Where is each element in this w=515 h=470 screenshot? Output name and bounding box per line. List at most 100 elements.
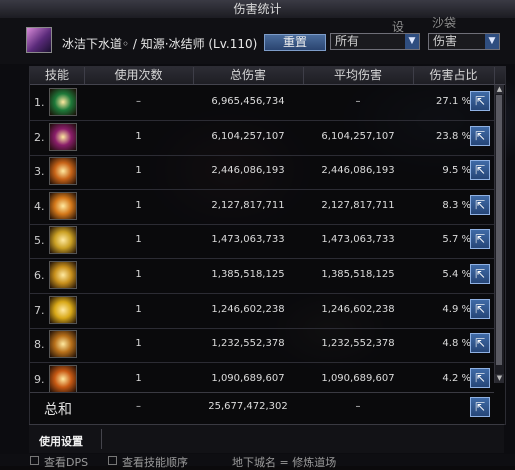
- row-total-damage: 6,104,257,107: [211, 131, 285, 142]
- column-header-skill[interactable]: 技能: [30, 67, 85, 84]
- row-uses: –: [136, 96, 141, 107]
- total-label: 总和: [44, 402, 72, 418]
- share-icon[interactable]: ⇱: [470, 229, 490, 249]
- column-header-share[interactable]: 伤害占比: [413, 67, 495, 84]
- sun-skill-icon: [49, 330, 77, 358]
- row-rank: 1.: [34, 96, 45, 109]
- column-header-uses[interactable]: 使用次数: [84, 67, 194, 84]
- row-uses: 1: [135, 165, 142, 176]
- table-row: 6. 1 1,385,518,125 1,385,518,125 5.4 % ⇱: [30, 259, 494, 294]
- column-header-average[interactable]: 平均伤害: [303, 67, 414, 84]
- row-uses: 1: [135, 200, 142, 211]
- total-row: 总和 – 25,677,472,302 – ⇱: [30, 392, 494, 421]
- row-rank: 4.: [34, 200, 45, 213]
- table-row: 7. 1 1,246,602,238 1,246,602,238 4.9 % ⇱: [30, 294, 494, 329]
- row-average-damage: 1,232,552,378: [321, 338, 395, 349]
- golden-slash-skill-icon: [49, 226, 77, 254]
- blaze-skill-icon: [49, 365, 77, 393]
- row-total-damage: 2,446,086,193: [211, 165, 285, 176]
- chevron-down-icon: ▼: [405, 34, 419, 49]
- table-row: 3. 1 2,446,086,193 2,446,086,193 9.5 % ⇱: [30, 155, 494, 190]
- reset-button[interactable]: 重置: [264, 34, 326, 51]
- row-total-damage: 6,965,456,734: [211, 96, 285, 107]
- settings-label[interactable]: 使用设置: [39, 433, 83, 449]
- background-text: 沙袋: [432, 16, 457, 30]
- filter-select-value: 伤害: [433, 34, 458, 48]
- share-icon[interactable]: ⇱: [470, 160, 490, 180]
- divider: [101, 429, 102, 449]
- checkbox-dps[interactable]: [30, 456, 39, 465]
- filter-select-all[interactable]: 所有 ▼: [330, 33, 420, 50]
- row-average-damage: 1,246,602,238: [321, 304, 395, 315]
- scroll-up-icon[interactable]: ▲: [495, 85, 504, 94]
- share-icon[interactable]: ⇱: [470, 195, 490, 215]
- row-average-damage: 2,446,086,193: [321, 165, 395, 176]
- row-damage-share: 5.4 %: [442, 269, 471, 280]
- row-rank: 7.: [34, 304, 45, 317]
- bottom-bar: 查看DPS 查看技能顺序 地下城名 = 修炼道场: [0, 454, 515, 469]
- row-uses: 1: [135, 304, 142, 315]
- row-rank: 3.: [34, 165, 45, 178]
- row-damage-share: 4.2 %: [442, 373, 471, 384]
- table-row: 4. 1 2,127,817,711 2,127,817,711 8.3 % ⇱: [30, 190, 494, 225]
- row-damage-share: 27.1 %: [436, 96, 471, 107]
- row-total-damage: 1,232,552,378: [211, 338, 285, 349]
- row-total-damage: 1,090,689,607: [211, 373, 285, 384]
- row-rank: 9.: [34, 373, 45, 386]
- share-icon[interactable]: ⇱: [470, 126, 490, 146]
- share-icon[interactable]: ⇱: [470, 264, 490, 284]
- option-skill-order-label: 查看技能顺序: [122, 456, 188, 469]
- row-rank: 5.: [34, 234, 45, 247]
- row-damage-share: 23.8 %: [436, 131, 471, 142]
- row-average-damage: –: [355, 96, 361, 107]
- share-icon[interactable]: ⇱: [470, 91, 490, 111]
- row-uses: 1: [135, 131, 142, 142]
- scroll-down-icon[interactable]: ▼: [495, 374, 504, 383]
- row-uses: 1: [135, 373, 142, 384]
- share-icon[interactable]: ⇱: [470, 299, 490, 319]
- table-row: 5. 1 1,473,063,733 1,473,063,733 5.7 % ⇱: [30, 224, 494, 259]
- row-total-damage: 1,473,063,733: [211, 234, 285, 245]
- checkbox-skill-order[interactable]: [108, 456, 117, 465]
- row-damage-share: 8.3 %: [442, 200, 471, 211]
- character-name: 冰洁下水道◦ / 知源·冰结师 (Lv.110): [62, 37, 258, 51]
- table-header: 技能 使用次数 总伤害 平均伤害 伤害占比: [30, 67, 505, 85]
- fire-skill-icon: [49, 157, 77, 185]
- total-average: –: [355, 401, 361, 412]
- row-damage-share: 4.9 %: [442, 304, 471, 315]
- lightning-skill-icon: [49, 261, 77, 289]
- total-damage: 25,677,472,302: [208, 401, 288, 412]
- row-average-damage: 1,090,689,607: [321, 373, 395, 384]
- share-icon[interactable]: ⇱: [470, 333, 490, 353]
- avatar: [26, 27, 52, 53]
- total-uses: –: [136, 401, 141, 412]
- table-row: 8. 1 1,232,552,378 1,232,552,378 4.8 % ⇱: [30, 328, 494, 363]
- row-rank: 8.: [34, 338, 45, 351]
- share-icon[interactable]: ⇱: [470, 397, 490, 417]
- row-uses: 1: [135, 269, 142, 280]
- flash-skill-icon: [49, 296, 77, 324]
- row-average-damage: 1,473,063,733: [321, 234, 395, 245]
- flame-wave-skill-icon: [49, 192, 77, 220]
- row-average-damage: 6,104,257,107: [321, 131, 395, 142]
- purple-burst-skill-icon: [49, 123, 77, 151]
- column-header-total[interactable]: 总伤害: [193, 67, 304, 84]
- table-row: 2. 1 6,104,257,107 6,104,257,107 23.8 % ⇱: [30, 121, 494, 156]
- scrollbar-thumb[interactable]: [496, 95, 502, 365]
- green-cross-skill-icon: [49, 88, 77, 116]
- filter-select-value: 所有: [335, 34, 360, 48]
- dungeon-name: 地下城名 = 修炼道场: [232, 456, 337, 469]
- row-damage-share: 4.8 %: [442, 338, 471, 349]
- filter-select-damage[interactable]: 伤害 ▼: [428, 33, 500, 50]
- row-damage-share: 5.7 %: [442, 234, 471, 245]
- row-average-damage: 1,385,518,125: [321, 269, 395, 280]
- row-uses: 1: [135, 338, 142, 349]
- row-average-damage: 2,127,817,711: [321, 200, 395, 211]
- row-total-damage: 1,385,518,125: [211, 269, 285, 280]
- chevron-down-icon: ▼: [485, 34, 499, 49]
- scrollbar[interactable]: ▲ ▼: [494, 85, 504, 383]
- share-icon[interactable]: ⇱: [470, 368, 490, 388]
- window-title: 伤害统计: [233, 2, 282, 16]
- option-dps-label: 查看DPS: [44, 456, 89, 469]
- settings-bar: 使用设置: [29, 424, 504, 453]
